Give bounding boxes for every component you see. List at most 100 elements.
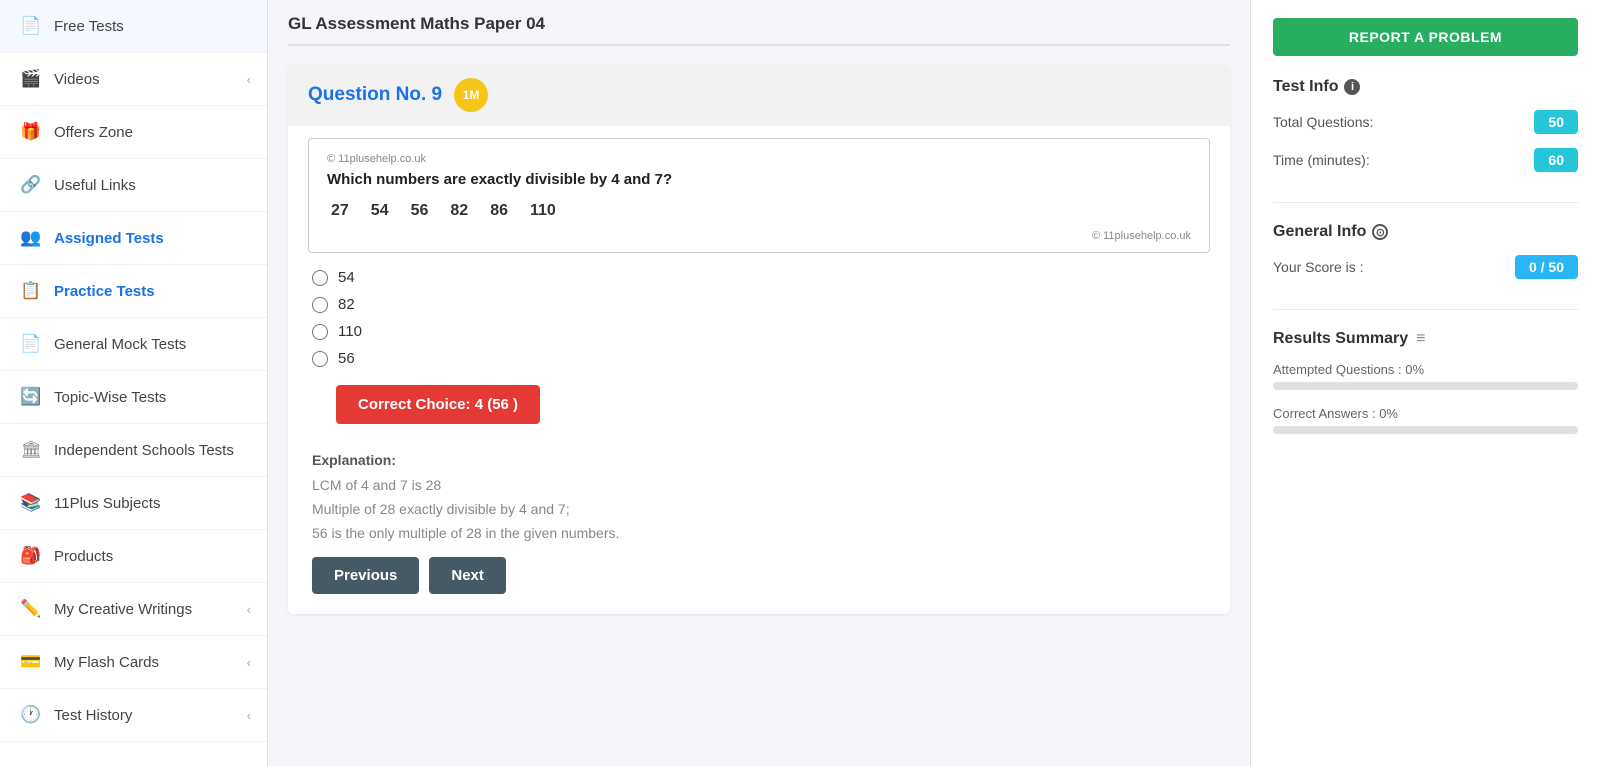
sidebar: 📄 Free Tests 🎬 Videos ‹ 🎁 Offers Zone 🔗 Useful L… bbox=[0, 0, 268, 766]
sidebar-item-offers-zone[interactable]: 🎁 Offers Zone bbox=[0, 106, 267, 159]
sidebar-label-practice-tests: Practice Tests bbox=[54, 283, 155, 300]
explanation-text: LCM of 4 and 7 is 28Multiple of 28 exact… bbox=[312, 474, 1206, 545]
sidebar-label-flash-cards: My Flash Cards bbox=[54, 654, 159, 671]
sidebar-icon-products: 🎒 bbox=[20, 546, 42, 566]
test-info-section: Test Info i Total Questions: 50 Time (mi… bbox=[1273, 78, 1578, 203]
explanation-section: Explanation: LCM of 4 and 7 is 28Multipl… bbox=[288, 452, 1230, 545]
sidebar-item-independent-schools[interactable]: 🏛Independent Schools Tests bbox=[0, 424, 267, 477]
nav-buttons: Previous Next bbox=[288, 545, 1230, 594]
sidebar-icon-test-history: 🕐 bbox=[20, 705, 42, 725]
sidebar-label-independent-schools: Independent Schools Tests bbox=[54, 442, 234, 459]
time-label: Time (minutes): bbox=[1273, 152, 1370, 168]
sidebar-label-test-history: Test History bbox=[54, 707, 132, 724]
sidebar-item-videos[interactable]: 🎬Videos‹ bbox=[0, 53, 267, 106]
explanation-line: LCM of 4 and 7 is 28 bbox=[312, 474, 1206, 498]
option-radio-82[interactable] bbox=[312, 297, 328, 313]
time-value: 60 bbox=[1534, 148, 1578, 172]
chevron-icon-creative-writings: ‹ bbox=[247, 602, 251, 617]
question-badge: 1M bbox=[454, 78, 488, 112]
option-radio-56[interactable] bbox=[312, 351, 328, 367]
sidebar-icon-general-mock-tests: 📄 bbox=[20, 334, 42, 354]
sidebar-label-videos: Videos bbox=[54, 71, 100, 88]
score-row: Your Score is : 0 / 50 bbox=[1273, 255, 1578, 279]
general-info-section: General Info ⊙ Your Score is : 0 / 50 bbox=[1273, 223, 1578, 310]
correct-stat: Correct Answers : 0% bbox=[1273, 406, 1578, 434]
question-numbers: 27 54 56 82 86 110 bbox=[327, 202, 1191, 220]
sidebar-item-topic-wise-tests[interactable]: 🔄 Topic-Wise Tests bbox=[0, 371, 267, 424]
sidebar-icon-practice-tests: 📋 bbox=[20, 281, 42, 301]
option-radio-54[interactable] bbox=[312, 270, 328, 286]
question-number-option: 82 bbox=[450, 202, 468, 220]
total-questions-label: Total Questions: bbox=[1273, 114, 1373, 130]
results-summary-section: Results Summary ≡ Attempted Questions : … bbox=[1273, 330, 1578, 434]
sidebar-item-general-mock-tests[interactable]: 📄 General Mock Tests bbox=[0, 318, 267, 371]
sidebar-item-flash-cards[interactable]: 💳My Flash Cards‹ bbox=[0, 636, 267, 689]
correct-choice-button: Correct Choice: 4 (56 ) bbox=[336, 385, 540, 424]
general-info-icon: ⊙ bbox=[1372, 224, 1388, 240]
sidebar-icon-creative-writings: ✏️ bbox=[20, 599, 42, 619]
test-info-title: Test Info i bbox=[1273, 78, 1578, 96]
sidebar-icon-free-tests: 📄 bbox=[20, 16, 42, 36]
sidebar-label-11plus-subjects: 11Plus Subjects bbox=[54, 495, 160, 512]
chevron-icon-flash-cards: ‹ bbox=[247, 655, 251, 670]
sidebar-icon-assigned-tests: 👥 bbox=[20, 228, 42, 248]
correct-bar-bg bbox=[1273, 426, 1578, 434]
sidebar-label-useful-links: Useful Links bbox=[54, 177, 136, 194]
question-number-option: 110 bbox=[530, 202, 556, 220]
question-text: Which numbers are exactly divisible by 4… bbox=[327, 171, 1191, 188]
attempted-bar-bg bbox=[1273, 382, 1578, 390]
total-questions-value: 50 bbox=[1534, 110, 1578, 134]
option-label-110: 110 bbox=[338, 323, 362, 340]
sidebar-icon-useful-links: 🔗 bbox=[20, 175, 42, 195]
question-number-option: 27 bbox=[331, 202, 349, 220]
option-label-82: 82 bbox=[338, 296, 355, 313]
sidebar-icon-topic-wise-tests: 🔄 bbox=[20, 387, 42, 407]
option-item-110: 110 bbox=[312, 323, 1206, 340]
main-content: GL Assessment Maths Paper 04 Question No… bbox=[268, 0, 1250, 766]
sidebar-label-topic-wise-tests: Topic-Wise Tests bbox=[54, 389, 166, 406]
option-radio-110[interactable] bbox=[312, 324, 328, 340]
time-row: Time (minutes): 60 bbox=[1273, 148, 1578, 172]
question-card: Question No. 9 1M © 11plusehelp.co.uk Wh… bbox=[288, 64, 1230, 614]
page-title: GL Assessment Maths Paper 04 bbox=[288, 0, 1230, 46]
question-header: Question No. 9 1M bbox=[288, 64, 1230, 126]
question-number: Question No. 9 bbox=[308, 84, 442, 106]
correct-label: Correct Answers : 0% bbox=[1273, 406, 1578, 421]
sidebar-icon-offers-zone: 🎁 bbox=[20, 122, 42, 142]
option-label-56: 56 bbox=[338, 350, 355, 367]
score-label: Your Score is : bbox=[1273, 259, 1364, 275]
sidebar-label-products: Products bbox=[54, 548, 113, 565]
sidebar-item-free-tests[interactable]: 📄 Free Tests bbox=[0, 0, 267, 53]
sidebar-icon-videos: 🎬 bbox=[20, 69, 42, 89]
results-summary-title: Results Summary ≡ bbox=[1273, 330, 1578, 348]
question-number-option: 54 bbox=[371, 202, 389, 220]
explanation-line: 56 is the only multiple of 28 in the giv… bbox=[312, 522, 1206, 546]
report-problem-button[interactable]: REPORT A PROBLEM bbox=[1273, 18, 1578, 56]
sidebar-label-general-mock-tests: General Mock Tests bbox=[54, 336, 186, 353]
previous-button[interactable]: Previous bbox=[312, 557, 419, 594]
explanation-line: Multiple of 28 exactly divisible by 4 an… bbox=[312, 498, 1206, 522]
question-copyright: © 11plusehelp.co.uk bbox=[327, 153, 1191, 165]
sidebar-label-free-tests: Free Tests bbox=[54, 18, 124, 35]
next-button[interactable]: Next bbox=[429, 557, 506, 594]
question-number-option: 56 bbox=[411, 202, 429, 220]
sidebar-item-assigned-tests[interactable]: 👥 Assigned Tests bbox=[0, 212, 267, 265]
sidebar-item-11plus-subjects[interactable]: 📚11Plus Subjects bbox=[0, 477, 267, 530]
sidebar-item-practice-tests[interactable]: 📋 Practice Tests bbox=[0, 265, 267, 318]
sidebar-label-offers-zone: Offers Zone bbox=[54, 124, 133, 141]
sidebar-label-assigned-tests: Assigned Tests bbox=[54, 230, 164, 247]
chevron-icon-test-history: ‹ bbox=[247, 708, 251, 723]
sidebar-item-creative-writings[interactable]: ✏️ My Creative Writings ‹ bbox=[0, 583, 267, 636]
sidebar-item-test-history[interactable]: 🕐 Test History ‹ bbox=[0, 689, 267, 742]
sidebar-item-products[interactable]: 🎒 Products bbox=[0, 530, 267, 583]
right-panel: REPORT A PROBLEM Test Info i Total Quest… bbox=[1250, 0, 1600, 766]
sidebar-label-creative-writings: My Creative Writings bbox=[54, 601, 192, 618]
option-item-54: 54 bbox=[312, 269, 1206, 286]
sidebar-item-useful-links[interactable]: 🔗 Useful Links bbox=[0, 159, 267, 212]
question-number-option: 86 bbox=[490, 202, 508, 220]
option-label-54: 54 bbox=[338, 269, 355, 286]
results-lines-icon: ≡ bbox=[1416, 330, 1425, 348]
explanation-title: Explanation: bbox=[312, 452, 1206, 468]
options-list: 54 82 110 56 bbox=[288, 269, 1230, 367]
test-info-icon: i bbox=[1344, 79, 1360, 95]
